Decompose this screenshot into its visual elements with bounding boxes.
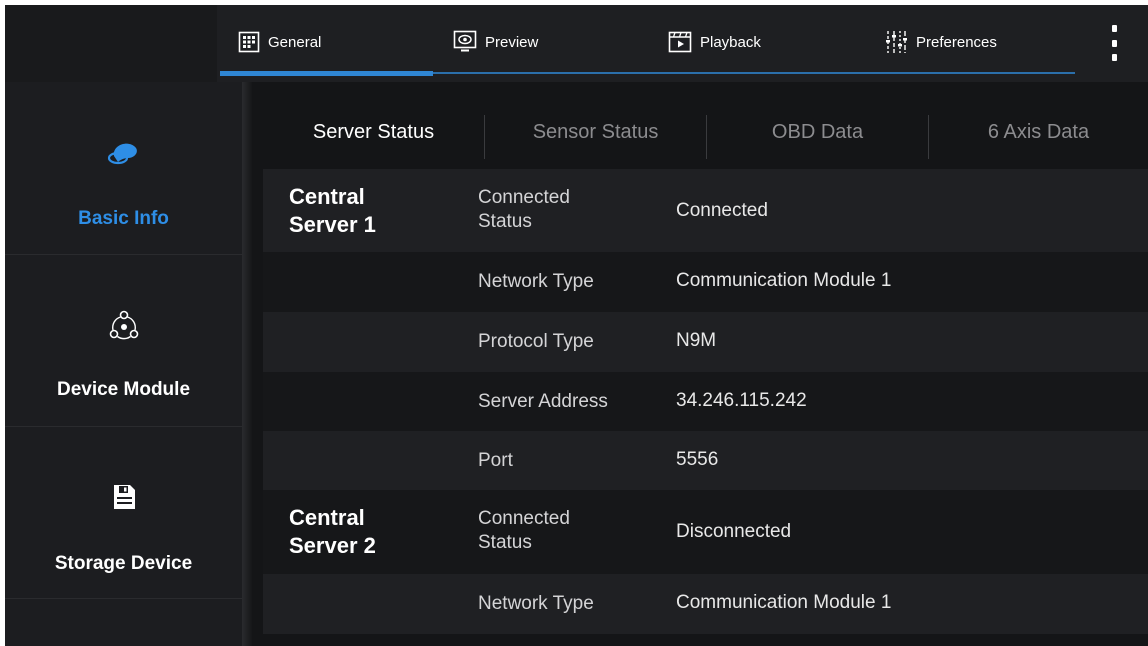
sidebar: Basic Info Device Module Storage Device bbox=[5, 82, 242, 646]
subtab-6-axis-data[interactable]: 6 Axis Data bbox=[929, 95, 1148, 169]
tab-preferences-label: Preferences bbox=[916, 33, 997, 51]
tab-preferences[interactable]: Preferences bbox=[884, 27, 997, 57]
sidebar-item-label: Basic Info bbox=[78, 208, 169, 229]
playback-icon bbox=[668, 31, 692, 53]
row-key: Connected Status bbox=[478, 508, 570, 553]
tab-playback[interactable]: Playback bbox=[668, 27, 761, 57]
tab-general-label: General bbox=[268, 33, 322, 51]
tab-general[interactable]: General bbox=[238, 27, 321, 57]
row-value: Connected bbox=[676, 200, 768, 221]
top-bar-blank bbox=[5, 5, 217, 82]
table-row: Central Server 2 Connected Status Discon… bbox=[263, 490, 1148, 574]
row-value: 34.246.115.242 bbox=[676, 390, 807, 411]
table-row: Server Address 34.246.115.242 bbox=[263, 372, 1148, 431]
row-value: 5556 bbox=[676, 449, 719, 470]
sidebar-item-storage-device[interactable]: Storage Device bbox=[5, 426, 242, 599]
server-name: Central Server 2 bbox=[289, 505, 376, 558]
more-vertical-icon[interactable] bbox=[1102, 25, 1126, 61]
tab-playback-label: Playback bbox=[700, 33, 761, 51]
row-value: Communication Module 1 bbox=[676, 270, 892, 291]
row-value: N9M bbox=[676, 330, 717, 351]
row-key: Network Type bbox=[478, 271, 594, 292]
app-screen: General Preview Playback Preferences Bas… bbox=[5, 5, 1148, 646]
sidebar-item-basic-info[interactable]: Basic Info bbox=[5, 82, 242, 255]
storage-device-icon bbox=[113, 485, 135, 509]
subtab-obd-data[interactable]: OBD Data bbox=[707, 95, 928, 169]
sidebar-item-device-module[interactable]: Device Module bbox=[5, 254, 242, 427]
table-row: Protocol Type N9M bbox=[263, 312, 1148, 372]
device-module-icon bbox=[109, 310, 138, 340]
table-row: Network Type Communication Module 1 bbox=[263, 252, 1148, 312]
row-value: Communication Module 1 bbox=[676, 592, 892, 613]
sidebar-item-label: Device Module bbox=[56, 379, 191, 400]
row-key: Port bbox=[478, 450, 513, 471]
tab-preview[interactable]: Preview bbox=[453, 27, 538, 57]
row-value: Disconnected bbox=[676, 521, 792, 542]
preferences-icon bbox=[886, 31, 907, 53]
sub-tabs: Server Status Sensor Status OBD Data 6 A… bbox=[263, 95, 1148, 169]
table-row: Network Type Communication Module 1 bbox=[263, 574, 1148, 634]
preview-icon bbox=[453, 30, 477, 52]
general-icon bbox=[238, 31, 260, 53]
subtab-server-status[interactable]: Server Status bbox=[263, 95, 484, 169]
sidebar-item-label: Storage Device bbox=[54, 553, 193, 574]
tab-preview-label: Preview bbox=[485, 33, 539, 51]
basic-info-icon bbox=[107, 143, 137, 165]
sidebar-divider bbox=[242, 82, 252, 646]
server-name: Central Server 1 bbox=[289, 184, 376, 237]
active-tab-indicator bbox=[220, 71, 433, 76]
subtab-sensor-status[interactable]: Sensor Status bbox=[485, 95, 706, 169]
top-bar: General Preview Playback Preferences bbox=[5, 5, 1148, 82]
row-key: Server Address bbox=[478, 391, 608, 412]
table-row: Port 5556 bbox=[263, 431, 1148, 490]
table-row: Central Server 1 Connected Status Connec… bbox=[263, 169, 1148, 252]
row-key: Protocol Type bbox=[478, 331, 594, 352]
row-key: Connected Status bbox=[478, 187, 570, 232]
row-key: Network Type bbox=[478, 593, 594, 614]
